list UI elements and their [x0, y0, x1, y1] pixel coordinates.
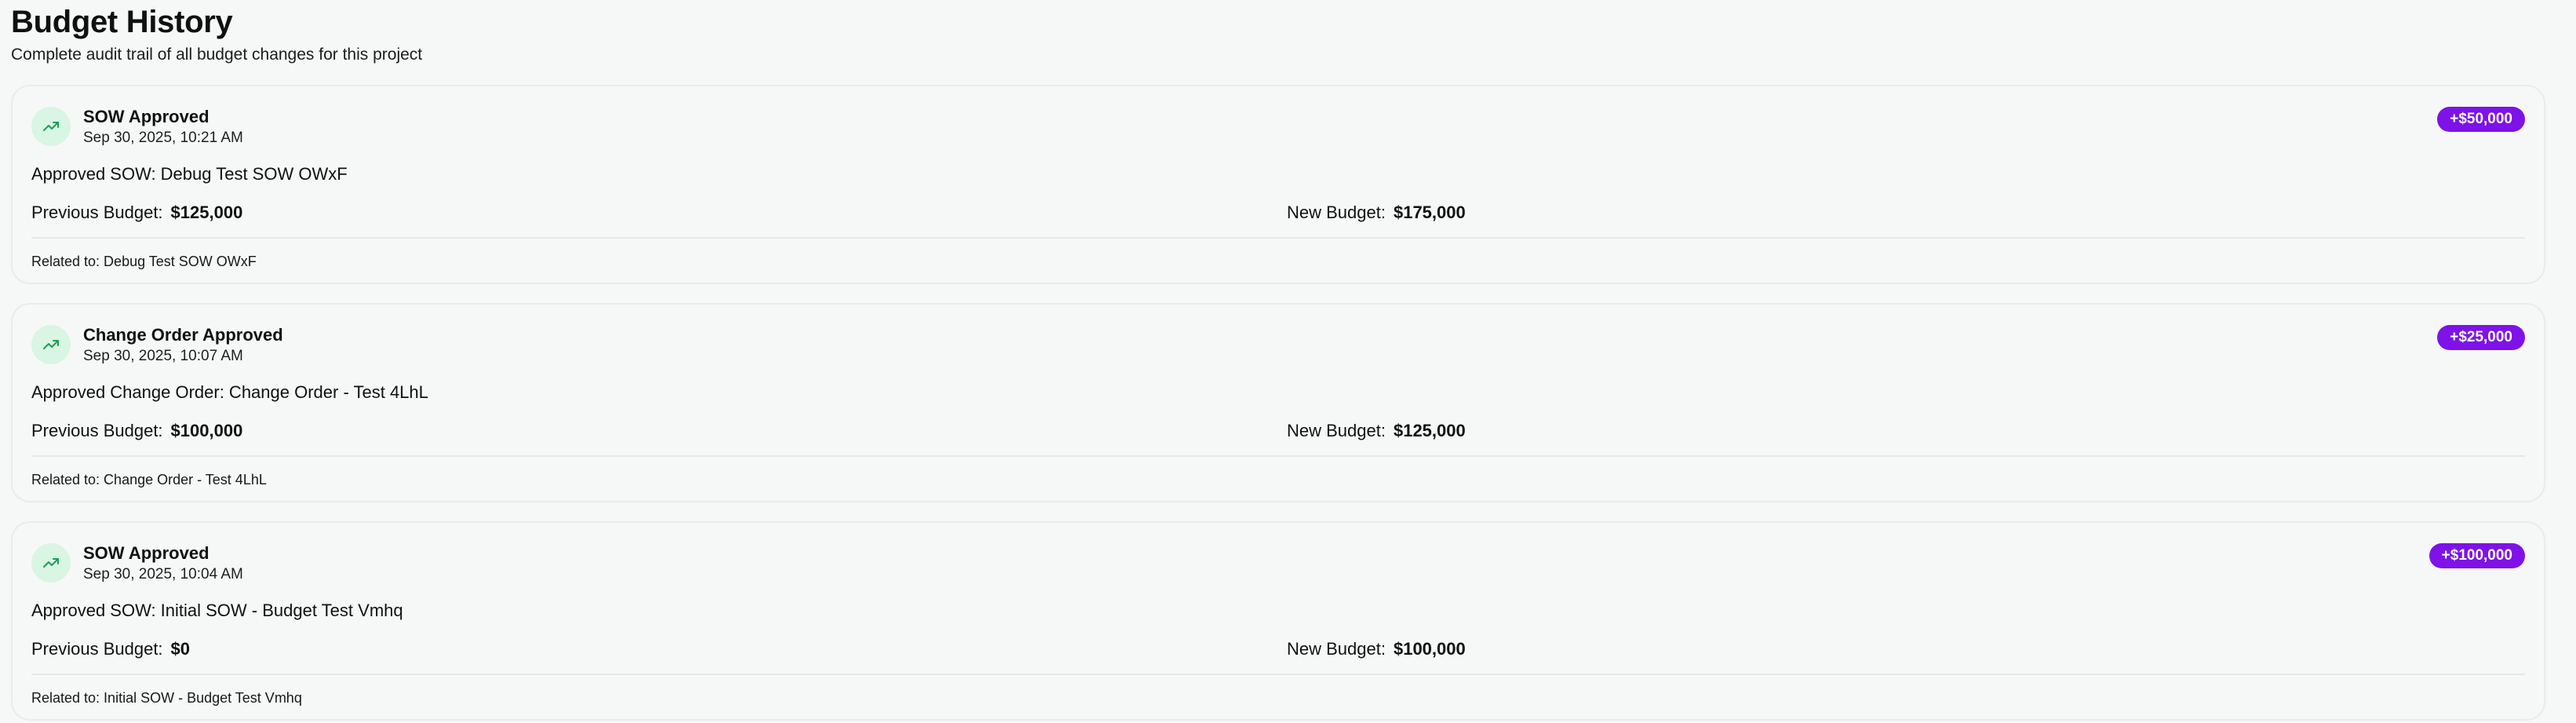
previous-budget-value: $100,000: [170, 421, 243, 440]
divider: [31, 237, 2525, 239]
budget-change-badge: +$25,000: [2437, 325, 2525, 350]
event-title: SOW Approved: [83, 543, 210, 563]
new-budget: New Budget: $175,000: [1287, 201, 1466, 225]
event-title: SOW Approved: [83, 107, 210, 126]
event-timestamp: Sep 30, 2025, 10:07 AM: [83, 348, 243, 364]
entry-header: Change Order Approved Sep 30, 2025, 10:0…: [31, 325, 2525, 366]
previous-budget: Previous Budget: $125,000: [31, 201, 242, 225]
page-subtitle: Complete audit trail of all budget chang…: [11, 46, 423, 64]
previous-budget-value: $0: [170, 639, 191, 659]
divider: [31, 674, 2525, 675]
related-item: Related to: Change Order - Test 4LhL: [31, 472, 267, 487]
new-budget: New Budget: $100,000: [1287, 637, 1466, 661]
budget-entry-card: SOW Approved Sep 30, 2025, 10:21 AM +$50…: [11, 85, 2545, 284]
new-budget: New Budget: $125,000: [1287, 419, 1466, 443]
budget-history-page: Budget History Complete audit trail of a…: [0, 0, 2576, 721]
budget-comparison-row: Previous Budget: $0 New Budget: $100,000: [31, 637, 2525, 661]
previous-budget-label: Previous Budget:: [31, 421, 163, 440]
related-item: Related to: Initial SOW - Budget Test Vm…: [31, 690, 302, 706]
event-description: Approved Change Order: Change Order - Te…: [31, 382, 428, 402]
new-budget-label: New Budget:: [1287, 203, 1386, 222]
budget-entries-list: SOW Approved Sep 30, 2025, 10:21 AM +$50…: [11, 85, 2565, 721]
budget-comparison-row: Previous Budget: $100,000 New Budget: $125…: [31, 419, 2525, 443]
event-description: Approved SOW: Debug Test SOW OWxF: [31, 164, 348, 184]
event-timestamp: Sep 30, 2025, 10:21 AM: [83, 130, 243, 146]
budget-entry-card: SOW Approved Sep 30, 2025, 10:04 AM +$10…: [11, 521, 2545, 721]
trending-up-icon: [31, 325, 71, 364]
previous-budget-value: $125,000: [170, 203, 243, 222]
entry-header: SOW Approved Sep 30, 2025, 10:04 AM +$10…: [31, 543, 2525, 584]
trending-up-icon: [31, 543, 71, 582]
previous-budget: Previous Budget: $0: [31, 637, 190, 661]
event-title: Change Order Approved: [83, 325, 283, 345]
new-budget-value: $125,000: [1393, 421, 1466, 440]
entry-header: SOW Approved Sep 30, 2025, 10:21 AM +$50…: [31, 107, 2525, 148]
divider: [31, 455, 2525, 457]
previous-budget-label: Previous Budget:: [31, 203, 163, 222]
new-budget-value: $100,000: [1393, 639, 1466, 659]
previous-budget: Previous Budget: $100,000: [31, 419, 242, 443]
budget-entry-card: Change Order Approved Sep 30, 2025, 10:0…: [11, 303, 2545, 502]
trending-up-icon: [31, 107, 71, 146]
budget-change-badge: +$50,000: [2437, 107, 2525, 132]
related-item: Related to: Debug Test SOW OWxF: [31, 254, 257, 269]
page-title: Budget History: [11, 5, 233, 39]
event-description: Approved SOW: Initial SOW - Budget Test …: [31, 601, 403, 620]
budget-change-badge: +$100,000: [2428, 543, 2525, 568]
new-budget-label: New Budget:: [1287, 639, 1386, 659]
budget-comparison-row: Previous Budget: $125,000 New Budget: $175…: [31, 201, 2525, 225]
event-timestamp: Sep 30, 2025, 10:04 AM: [83, 566, 243, 582]
new-budget-label: New Budget:: [1287, 421, 1386, 440]
new-budget-value: $175,000: [1393, 203, 1466, 222]
previous-budget-label: Previous Budget:: [31, 639, 163, 659]
